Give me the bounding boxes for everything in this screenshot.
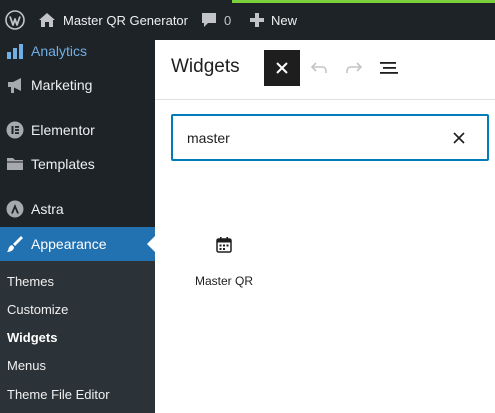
redo-button[interactable] [340,54,368,82]
block-search-box[interactable] [171,114,489,161]
submenu-item-customize[interactable]: Customize [7,300,68,320]
wordpress-logo-icon [4,10,25,30]
megaphone-icon [3,76,27,94]
block-result-label: Master QR [194,274,253,288]
comment-icon [202,13,216,27]
widgets-editor: Widgets master Master QR [155,40,495,413]
sidebar-item-label: Astra [31,201,64,217]
sidebar-item-astra[interactable]: Astra [0,192,155,226]
sidebar-item-marketing[interactable]: Marketing [0,68,155,102]
sidebar-item-analytics[interactable]: Analytics [0,34,155,68]
submenu-item-widgets[interactable]: Widgets [7,328,57,348]
close-icon [276,62,288,74]
astra-icon [3,200,27,218]
elementor-icon [3,121,27,139]
submenu-item-menus[interactable]: Menus [7,356,46,376]
wp-admin-screen: Master QR Generator 0 New Analytics Mark… [0,0,495,413]
block-search-input[interactable] [187,126,427,150]
calendar-icon [216,237,232,253]
sidebar-item-label: Elementor [31,122,95,138]
folder-icon [3,156,27,172]
editor-toolbar: Widgets [155,40,495,100]
submenu-item-themes[interactable]: Themes [7,272,54,292]
paintbrush-icon [3,235,27,253]
close-icon [453,132,465,144]
analytics-icon [3,43,27,59]
sidebar-item-label: Marketing [31,77,93,93]
sidebar-item-label: Templates [31,156,95,172]
list-view-button[interactable] [375,54,403,82]
close-inserter-button[interactable] [264,50,300,86]
sidebar-item-templates[interactable]: Templates [0,147,155,181]
undo-button[interactable] [305,54,333,82]
plus-icon [250,13,264,27]
list-view-icon [380,62,398,74]
new-content-button[interactable]: New [250,0,297,40]
comments-count: 0 [224,12,232,28]
redo-icon [346,62,363,73]
home-icon [39,13,55,27]
submenu-item-theme-file-editor[interactable]: Theme File Editor [7,385,110,405]
comments-link[interactable]: 0 [200,0,231,40]
admin-sidebar: Analytics Marketing Elementor Templates … [0,40,155,413]
site-name: Master QR Generator [63,12,188,28]
sidebar-item-elementor[interactable]: Elementor [0,113,155,147]
undo-icon [310,62,327,73]
page-title: Widgets [171,56,240,77]
active-menu-arrow [147,236,155,252]
sidebar-item-label: Appearance [31,236,107,252]
block-result-master-qr[interactable]: Master QR [187,228,261,298]
sidebar-item-appearance[interactable]: Appearance [0,227,155,261]
clear-search-button[interactable] [449,128,469,148]
sidebar-item-label: Analytics [31,43,88,59]
new-label: New [271,12,298,28]
appearance-submenu: Themes Customize Widgets Menus Theme Fil… [0,261,155,413]
